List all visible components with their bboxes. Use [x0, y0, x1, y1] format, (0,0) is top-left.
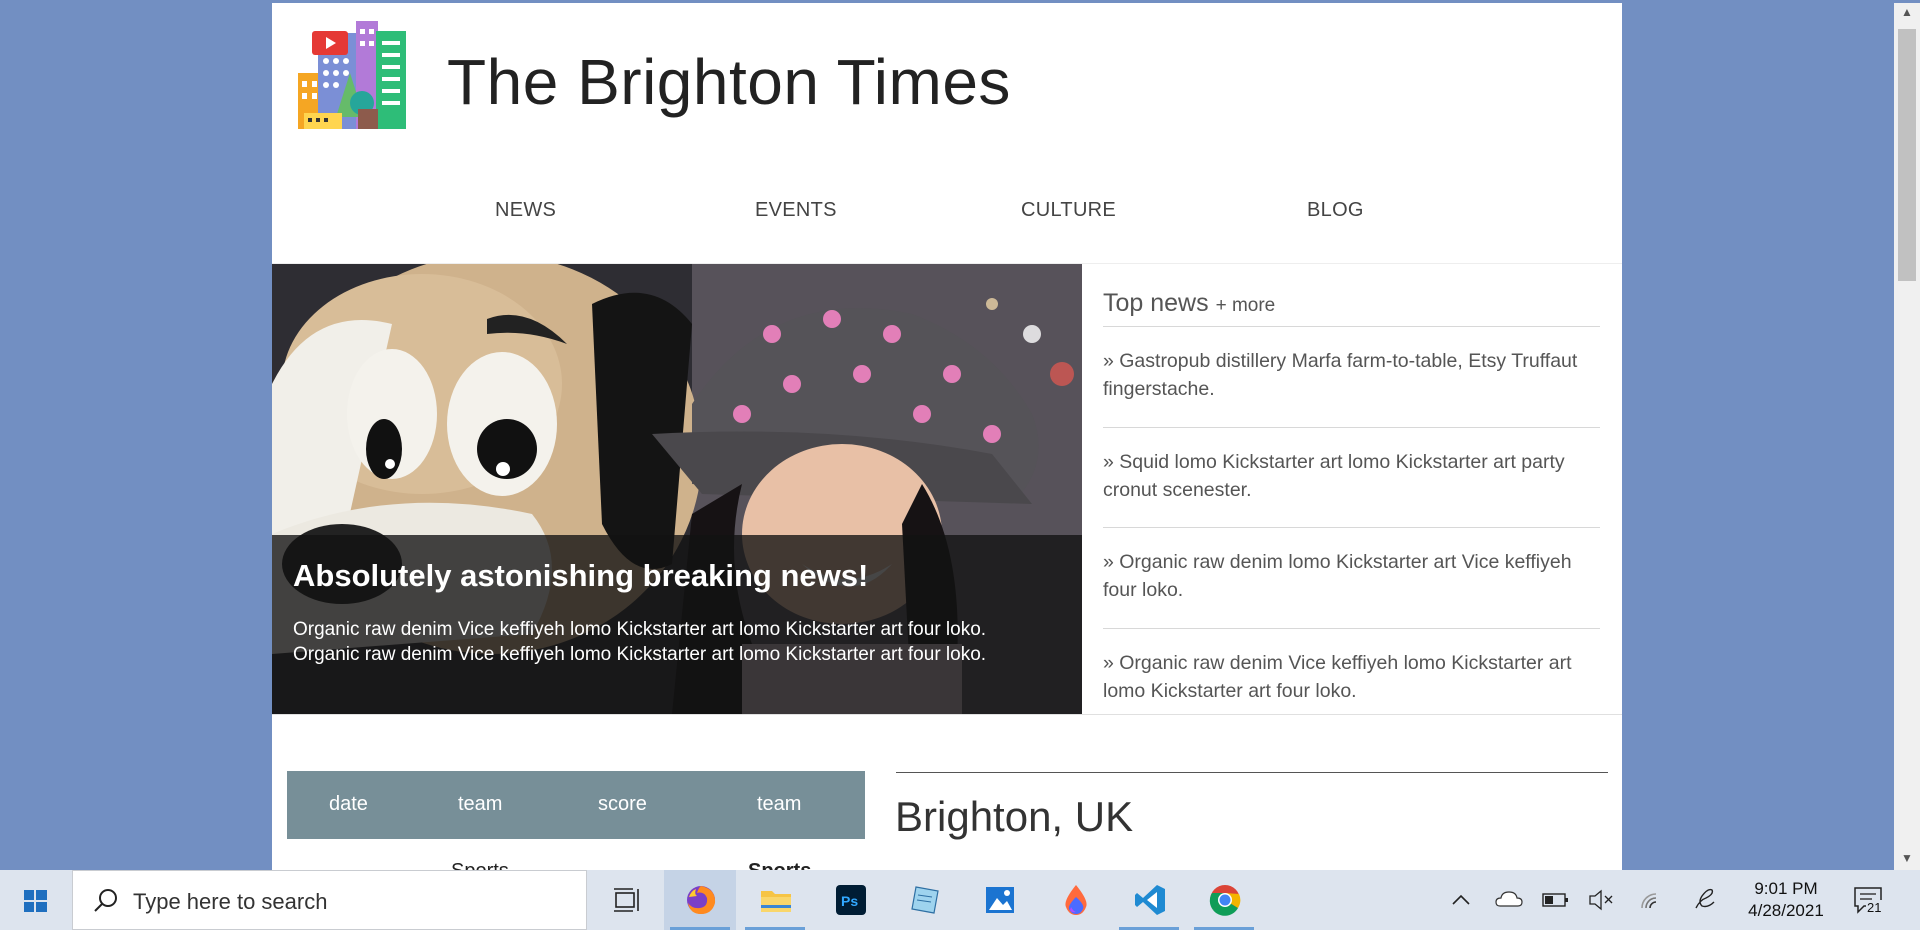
- hero-summary: Organic raw denim Vice keffiyeh lomo Kic…: [293, 619, 987, 665]
- col-team-home: team: [458, 793, 503, 815]
- taskbar-firefox[interactable]: [664, 870, 736, 930]
- battery-tray[interactable]: [1538, 870, 1572, 930]
- vscode-icon: [1135, 885, 1165, 915]
- divider: [1103, 527, 1600, 528]
- team-cell: Sports: [748, 860, 811, 870]
- battery-icon: [1542, 893, 1568, 907]
- taskbar-search-box[interactable]: Type here to search: [72, 870, 587, 930]
- taskbar-paint[interactable]: [1039, 870, 1111, 930]
- pen-workspace-icon: [1695, 888, 1715, 909]
- col-date: date: [329, 793, 368, 815]
- scroll-thumb[interactable]: [1898, 29, 1916, 281]
- webpage: The Brighton Times NEWS EVENTS CULTURE B…: [272, 3, 1622, 870]
- divider: [1103, 628, 1600, 629]
- notification-count: 21: [1866, 900, 1883, 915]
- nav-events[interactable]: EVENTS: [755, 199, 837, 222]
- nav-blog[interactable]: BLOG: [1307, 199, 1364, 222]
- action-center-button[interactable]: 21: [1852, 884, 1886, 918]
- task-view-button[interactable]: [591, 870, 663, 930]
- hero-caption: Absolutely astonishing breaking news! Or…: [272, 535, 1082, 714]
- taskbar-file-explorer[interactable]: [739, 870, 811, 930]
- city-logo-icon[interactable]: [298, 21, 408, 133]
- top-news-item[interactable]: » Squid lomo Kickstarter art lomo Kickst…: [1103, 448, 1600, 504]
- top-news-title: Top news: [1103, 289, 1209, 317]
- cloud-icon: [1495, 891, 1523, 907]
- volume-tray[interactable]: [1584, 870, 1618, 930]
- top-news-item[interactable]: » Gastropub distillery Marfa farm-to-tab…: [1103, 347, 1600, 403]
- col-score: score: [598, 793, 647, 815]
- volume-muted-icon: [1589, 889, 1613, 911]
- system-clock[interactable]: 9:01 PM 4/28/2021: [1736, 878, 1836, 922]
- photos-icon: [986, 887, 1014, 913]
- start-button[interactable]: [0, 870, 72, 930]
- chevron-up-icon: [1452, 894, 1470, 905]
- team-cell: Sports: [451, 860, 509, 870]
- windows-taskbar: Type here to search Ps 9:01 PM 4/28/2021…: [0, 870, 1920, 930]
- scroll-down-icon[interactable]: ▼: [1901, 851, 1913, 865]
- col-team-away: team: [757, 793, 802, 815]
- section-divider: [272, 714, 1622, 715]
- top-news-item[interactable]: » Organic raw denim lomo Kickstarter art…: [1103, 548, 1600, 604]
- weather-city: Brighton, UK: [895, 793, 1134, 840]
- windows-icon: [24, 890, 47, 912]
- top-news-item[interactable]: » Organic raw denim Vice keffiyeh lomo K…: [1103, 649, 1600, 705]
- chrome-icon: [1209, 885, 1241, 916]
- pen-tray[interactable]: [1688, 870, 1722, 930]
- firefox-icon: [687, 886, 716, 914]
- search-icon: [94, 889, 117, 912]
- show-hidden-icons-button[interactable]: [1446, 870, 1476, 930]
- top-news-heading: Top news + more: [1103, 289, 1275, 318]
- hero-feature[interactable]: Absolutely astonishing breaking news! Or…: [272, 264, 1082, 714]
- browser-scrollbar[interactable]: ▲ ▼: [1894, 3, 1920, 870]
- hero-headline[interactable]: Absolutely astonishing breaking news!: [293, 558, 868, 594]
- nav-culture[interactable]: CULTURE: [1021, 199, 1116, 222]
- site-header: The Brighton Times: [272, 3, 1622, 163]
- divider: [1103, 427, 1600, 428]
- nav-news[interactable]: NEWS: [495, 199, 556, 222]
- main-nav: NEWS EVENTS CULTURE BLOG: [272, 199, 1622, 229]
- weather-divider: [896, 772, 1608, 773]
- folder-icon: [761, 891, 791, 912]
- clock-time: 9:01 PM: [1754, 879, 1818, 898]
- taskbar-chrome[interactable]: [1188, 870, 1260, 930]
- taskbar-photoshop[interactable]: Ps: [814, 870, 886, 930]
- scores-table-header: date team score team: [287, 771, 865, 839]
- taskbar-photos[interactable]: [963, 870, 1035, 930]
- photoshop-icon: Ps: [836, 885, 866, 915]
- notepad-icon: [911, 886, 939, 914]
- site-title[interactable]: The Brighton Times: [447, 45, 1011, 119]
- search-placeholder: Type here to search: [133, 889, 328, 914]
- clock-date: 4/28/2021: [1748, 901, 1824, 920]
- taskbar-notepad[interactable]: [888, 870, 960, 930]
- top-news-more-link[interactable]: + more: [1216, 295, 1276, 316]
- taskbar-vscode[interactable]: [1113, 870, 1185, 930]
- scroll-up-icon[interactable]: ▲: [1901, 5, 1913, 19]
- divider: [1103, 326, 1600, 327]
- wifi-icon: [1641, 893, 1657, 909]
- task-view-icon: [614, 888, 639, 912]
- network-tray[interactable]: [1636, 870, 1670, 930]
- top-news-panel: Top news + more » Gastropub distillery M…: [1082, 264, 1622, 714]
- svg-text:Ps: Ps: [841, 893, 858, 909]
- paint-icon: [1065, 885, 1087, 915]
- onedrive-tray[interactable]: [1492, 870, 1526, 930]
